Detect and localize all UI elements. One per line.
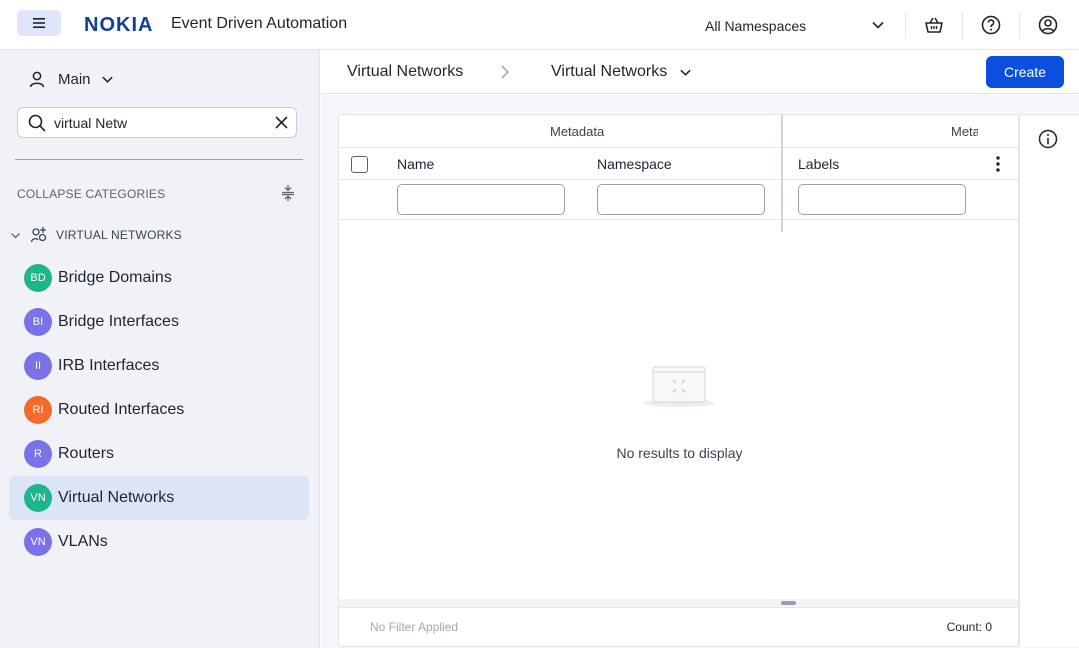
collapse-categories-label: COLLAPSE CATEGORIES <box>17 187 166 201</box>
item-badge: VN <box>24 528 52 556</box>
namespace-value: All Namespaces <box>705 18 807 34</box>
context-selector[interactable]: Main <box>28 67 114 91</box>
nokia-logo: NOKIA <box>84 14 153 35</box>
empty-state-icon <box>643 366 715 407</box>
context-label: Main <box>58 70 91 88</box>
basket-icon <box>925 17 943 33</box>
sidebar-item-irb-interfaces[interactable]: II IRB Interfaces <box>9 344 309 388</box>
category-label: VIRTUAL NETWORKS <box>56 228 182 242</box>
column-group-row: Metadata Meta <box>339 115 1018 148</box>
sidebar-item-bridge-domains[interactable]: BD Bridge Domains <box>9 256 309 300</box>
category-virtual-networks[interactable]: VIRTUAL NETWORKS <box>10 225 182 245</box>
item-badge: R <box>24 440 52 468</box>
sidebar-item-label: Routers <box>58 445 115 462</box>
virtual-networks-icon <box>30 227 47 243</box>
collapse-all-icon[interactable] <box>281 184 295 202</box>
column-header-labels[interactable]: Labels <box>798 156 839 172</box>
namespace-filter-input[interactable] <box>597 184 765 215</box>
sidebar: Main COLLAPSE CATEGORIES VIRTUAL NETWORK… <box>0 50 320 648</box>
app-title: Event Driven Automation <box>171 15 348 32</box>
item-badge: BI <box>24 308 52 336</box>
item-badge: BD <box>24 264 52 292</box>
namespace-select[interactable]: All Namespaces <box>705 16 885 36</box>
labels-filter-input[interactable] <box>798 184 966 215</box>
chevron-down-icon <box>101 76 113 83</box>
breadcrumb-current-label: Virtual Networks <box>551 63 668 80</box>
item-badge: RI <box>24 396 52 424</box>
column-header-name[interactable]: Name <box>397 156 434 172</box>
sidebar-item-label: Virtual Networks <box>58 489 175 506</box>
sidebar-item-vlans[interactable]: VN VLANs <box>9 520 309 564</box>
info-panel-rail <box>1019 114 1079 647</box>
item-badge: II <box>24 352 52 380</box>
column-group-metadata: Metadata <box>550 124 605 139</box>
menu-icon <box>33 18 45 28</box>
row-count: Count: 0 <box>946 620 992 634</box>
person-icon <box>29 71 45 88</box>
content-header: Virtual Networks Virtual Networks Create <box>321 50 1079 94</box>
close-icon[interactable] <box>274 115 289 130</box>
column-group-separator <box>781 115 783 232</box>
search-field[interactable] <box>17 107 297 138</box>
chevron-right-icon <box>501 65 510 79</box>
divider <box>905 12 906 38</box>
chevron-down-icon <box>872 21 884 29</box>
table-header-row: Name Namespace Labels <box>339 148 1018 180</box>
sidebar-item-label: Bridge Interfaces <box>58 313 179 330</box>
column-group-metadata-2: Meta <box>951 124 978 139</box>
scrollbar-thumb[interactable] <box>781 601 796 605</box>
create-button[interactable]: Create <box>986 56 1064 88</box>
sidebar-item-bridge-interfaces[interactable]: BI Bridge Interfaces <box>9 300 309 344</box>
chevron-down-icon <box>11 232 20 238</box>
table-footer: No Filter Applied Count: 0 <box>339 607 1018 646</box>
filter-status: No Filter Applied <box>370 620 459 634</box>
name-filter-input[interactable] <box>397 184 565 215</box>
info-icon[interactable] <box>1038 129 1058 149</box>
svg-text:NOKIA: NOKIA <box>84 14 153 35</box>
search-icon <box>28 114 46 132</box>
filter-row <box>339 180 1018 220</box>
sidebar-item-label: VLANs <box>58 533 108 550</box>
column-header-namespace[interactable]: Namespace <box>597 156 672 172</box>
content-body: Metadata Meta Name Namespace Labels No r… <box>321 95 1079 648</box>
sidebar-item-virtual-networks[interactable]: VN Virtual Networks <box>9 476 309 520</box>
divider <box>1019 12 1020 38</box>
help-button[interactable] <box>979 13 1003 37</box>
basket-button[interactable] <box>922 13 946 37</box>
sidebar-item-routers[interactable]: R Routers <box>9 432 309 476</box>
breadcrumb-parent[interactable]: Virtual Networks <box>347 63 463 81</box>
sidebar-item-label: IRB Interfaces <box>58 357 160 374</box>
horizontal-scrollbar[interactable] <box>339 599 1018 607</box>
data-table: Metadata Meta Name Namespace Labels No r… <box>338 114 1019 647</box>
user-icon <box>1038 15 1058 35</box>
select-all-checkbox[interactable] <box>351 156 368 173</box>
top-bar: NOKIA Event Driven Automation All Namesp… <box>0 0 1079 50</box>
sidebar-item-label: Routed Interfaces <box>58 401 185 418</box>
divider <box>15 159 303 160</box>
more-options-icon[interactable] <box>991 154 1005 174</box>
search-input[interactable] <box>54 113 264 133</box>
empty-state-message: No results to display <box>616 445 743 461</box>
sidebar-item-label: Bridge Domains <box>58 269 172 286</box>
sidebar-item-routed-interfaces[interactable]: RI Routed Interfaces <box>9 388 309 432</box>
help-icon <box>981 15 1001 35</box>
menu-button[interactable] <box>17 10 61 36</box>
item-badge: VN <box>24 484 52 512</box>
user-menu-button[interactable] <box>1036 13 1060 37</box>
breadcrumb-current[interactable]: Virtual Networks <box>551 63 692 81</box>
chevron-down-icon <box>680 69 691 76</box>
divider <box>962 12 963 38</box>
